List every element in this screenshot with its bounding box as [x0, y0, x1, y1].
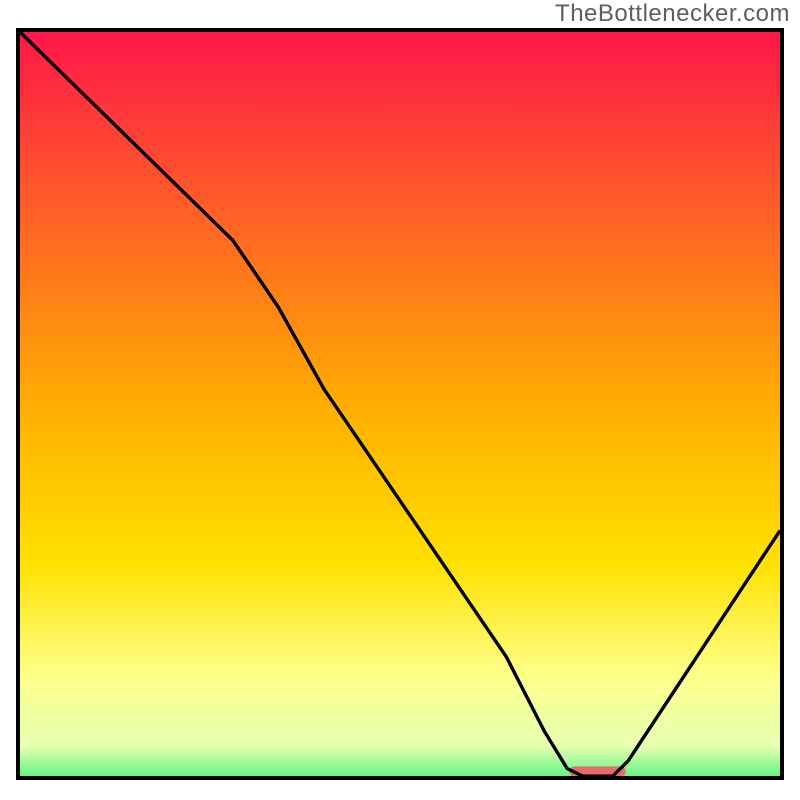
plot-area [16, 28, 784, 780]
curve [20, 32, 780, 776]
watermark: TheBottlenecker.com [555, 0, 790, 28]
chart-container: TheBottlenecker.com [0, 0, 800, 800]
chart-lines [20, 32, 780, 776]
